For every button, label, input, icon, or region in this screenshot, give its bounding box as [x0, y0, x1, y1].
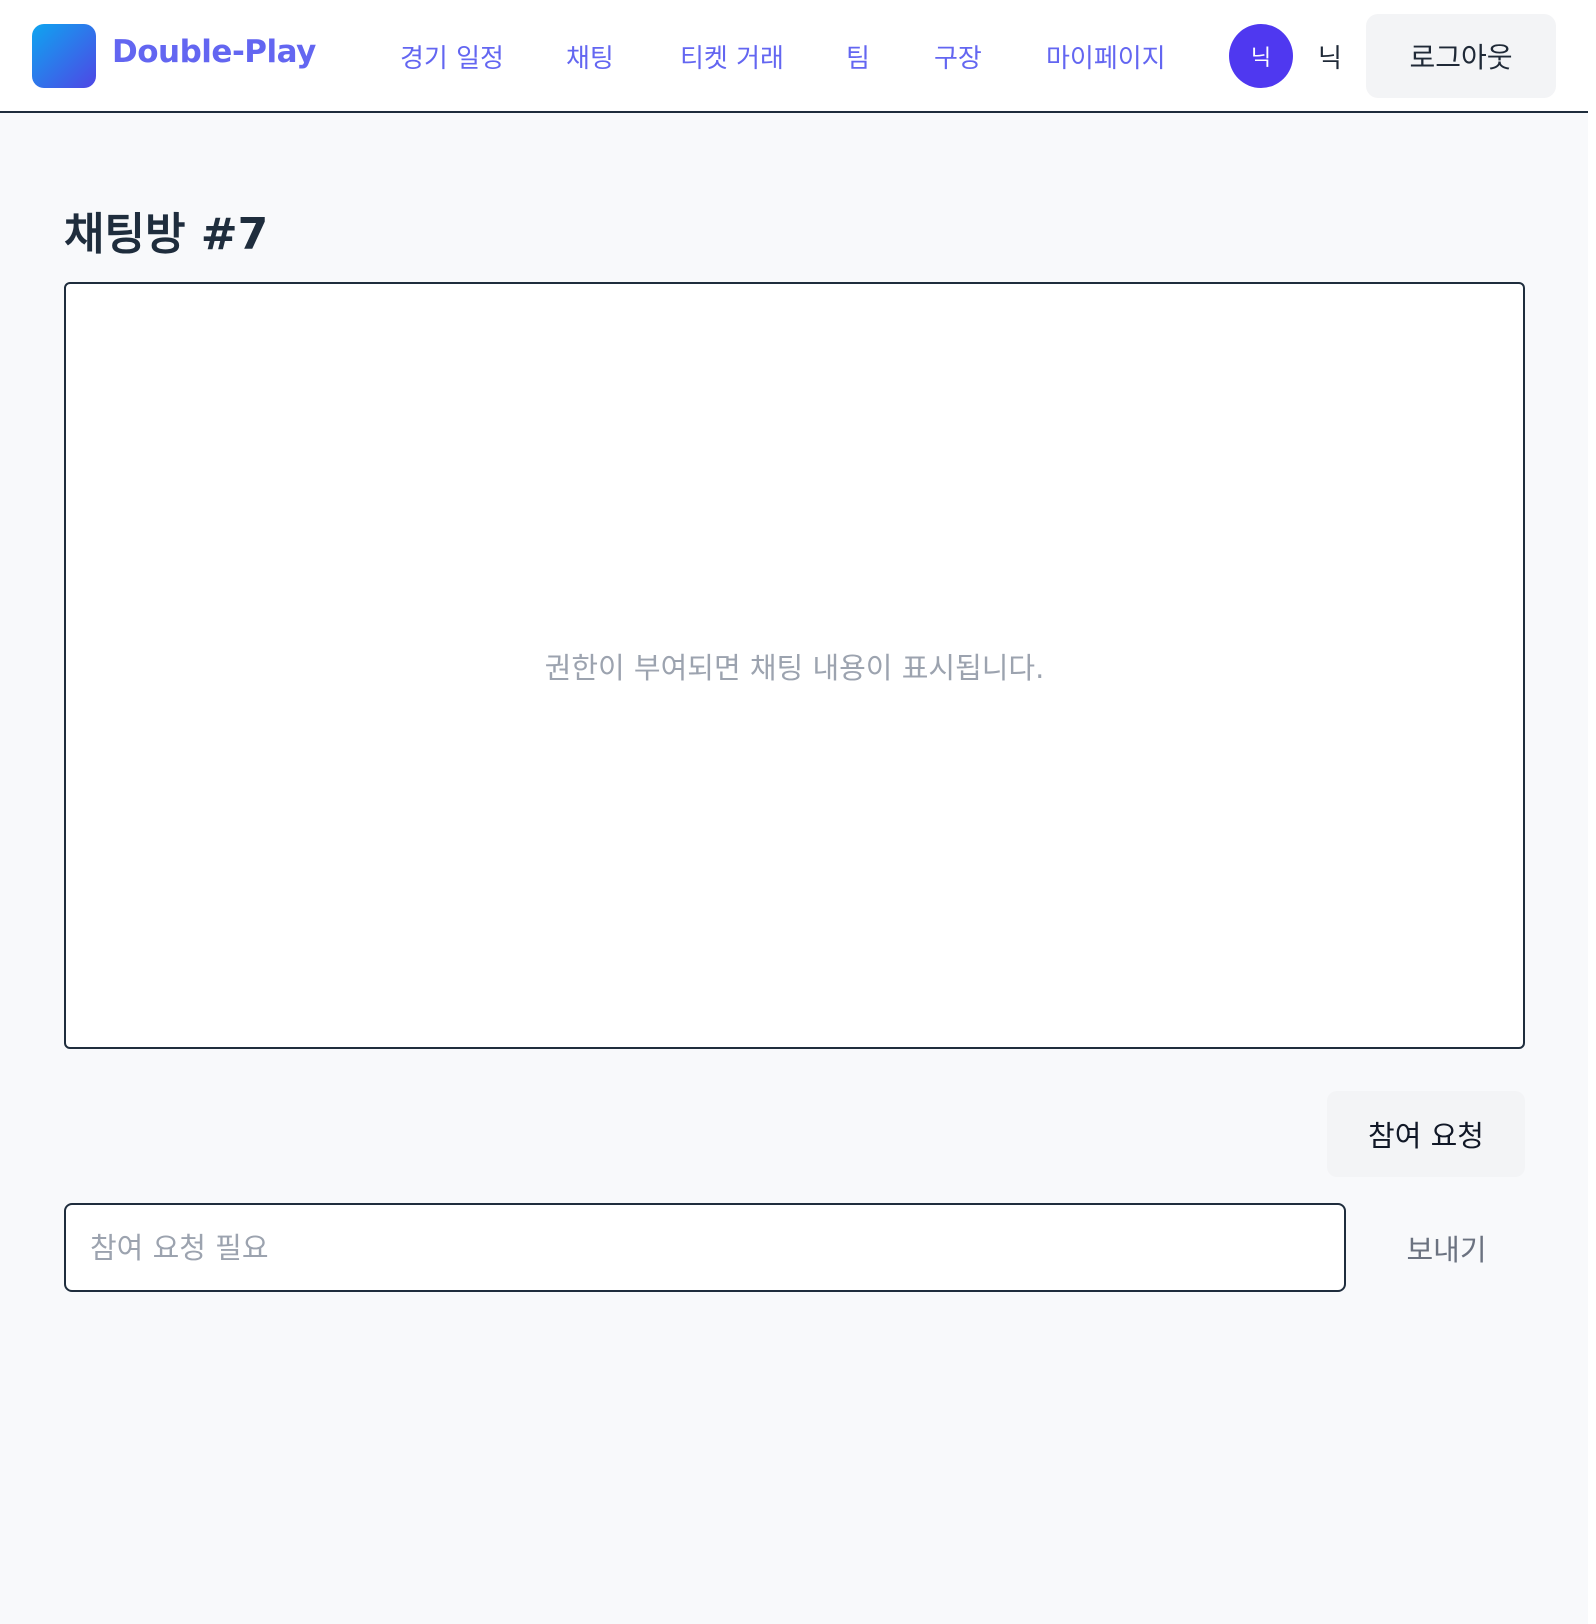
send-button[interactable]: 보내기 — [1368, 1203, 1525, 1292]
join-request-button[interactable]: 참여 요청 — [1327, 1091, 1525, 1177]
username: 닉 — [1318, 44, 1342, 74]
page-title: 채팅방 #7 — [64, 209, 269, 260]
chat-messages-panel[interactable]: 권한이 부여되면 채팅 내용이 표시됩니다. — [64, 282, 1525, 1049]
chat-empty-message: 권한이 부여되면 채팅 내용이 표시됩니다. — [544, 650, 1045, 685]
nav-chat[interactable]: 채팅 — [566, 38, 614, 75]
avatar[interactable]: 닉 — [1229, 24, 1293, 88]
nav-mypage[interactable]: 마이페이지 — [1046, 38, 1166, 75]
nav-team[interactable]: 팀 — [846, 38, 870, 75]
nav-schedule[interactable]: 경기 일정 — [400, 38, 504, 75]
brand-name[interactable]: Double-Play — [112, 34, 316, 70]
message-input[interactable] — [64, 1203, 1346, 1292]
top-header: Double-Play 경기 일정 채팅 티켓 거래 팀 구장 마이페이지 닉 … — [0, 0, 1588, 113]
logo-icon[interactable] — [32, 24, 96, 88]
nav-ticket-trade[interactable]: 티켓 거래 — [680, 38, 784, 75]
nav-stadium[interactable]: 구장 — [934, 38, 982, 75]
logout-button[interactable]: 로그아웃 — [1366, 14, 1556, 98]
app-root: Double-Play 경기 일정 채팅 티켓 거래 팀 구장 마이페이지 닉 … — [0, 0, 1588, 1624]
